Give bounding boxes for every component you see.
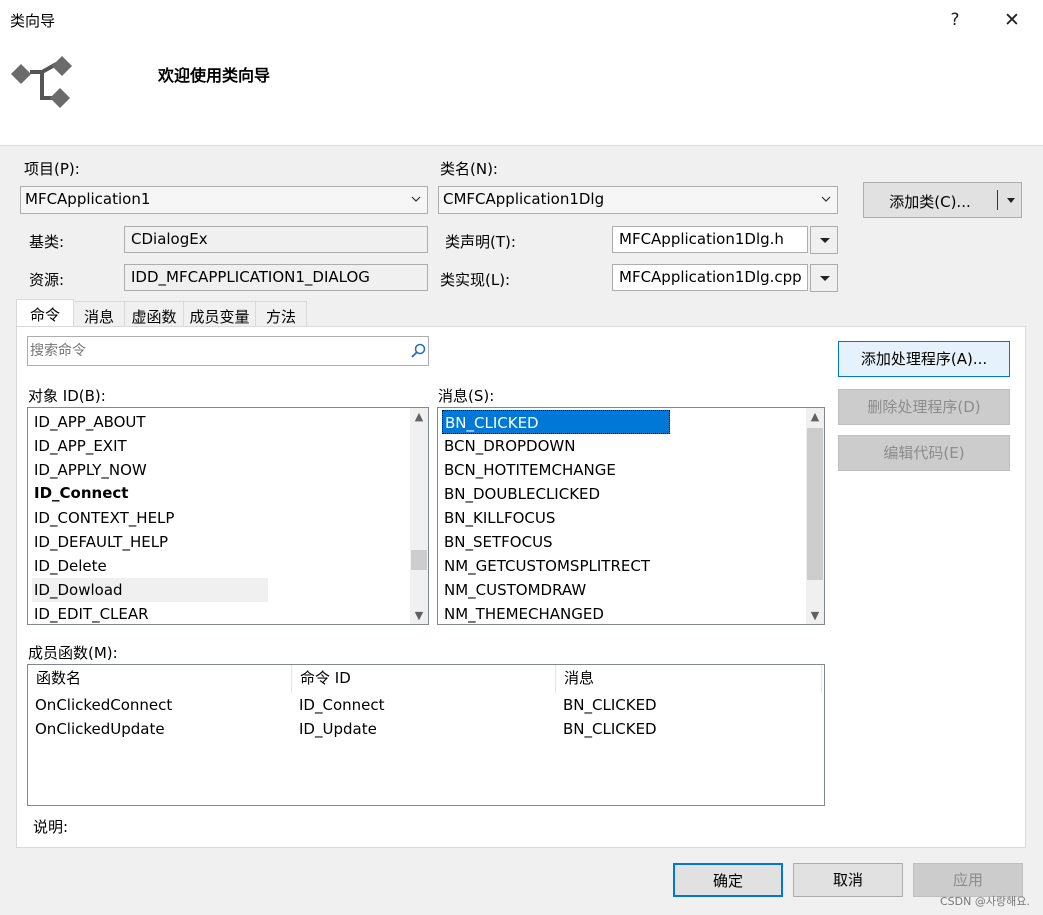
list-item[interactable]: ID_Delete [34,554,107,578]
table-cell[interactable]: BN_CLICKED [563,717,657,741]
list-item[interactable]: BN_KILLFOCUS [444,506,555,530]
list-item[interactable]: ID_Connect [34,481,128,505]
column-header[interactable]: 消息 [556,665,822,693]
baseclass-label: 基类: [29,233,65,251]
search-input[interactable] [30,340,400,362]
table-cell[interactable]: ID_Update [299,717,377,741]
project-value: MFCApplication1 [25,190,151,208]
dropdown-arrow-icon [820,238,830,243]
title-bar: 类向导 ? ✕ [0,0,1043,40]
messages-label: 消息(S): [438,387,495,405]
scroll-up-icon[interactable]: ▲ [410,408,428,425]
tab-messages[interactable]: 消息 [73,301,125,326]
tab-methods[interactable]: 方法 [255,301,307,326]
classimpl-label: 类实现(L): [440,271,511,289]
scroll-down-icon[interactable]: ▼ [806,607,824,624]
welcome-heading: 欢迎使用类向导 [158,66,271,85]
object-id-list[interactable]: ID_APP_ABOUT ID_APP_EXIT ID_APPLY_NOW ID… [27,407,429,625]
search-box[interactable] [27,336,429,366]
list-item[interactable]: ID_APP_EXIT [34,434,127,458]
wizard-header: 欢迎使用类向导 [0,40,1043,146]
list-item[interactable]: NM_THEMECHANGED [444,602,604,624]
list-item[interactable]: ID_APPLY_NOW [34,458,147,482]
resource-label: 资源: [29,271,65,289]
classdecl-label: 类声明(T): [445,233,516,251]
dropdown-arrow-icon[interactable] [1007,198,1015,203]
project-label: 项目(P): [24,160,80,178]
member-functions-label: 成员函数(M): [28,644,118,662]
scroll-thumb[interactable] [807,428,823,580]
list-item[interactable]: NM_GETCUSTOMSPLITRECT [444,554,650,578]
class-wizard-logo-icon [11,56,72,108]
add-class-button[interactable]: 添加类(C)... [864,191,996,212]
list-item[interactable]: BCN_HOTITEMCHANGE [444,458,616,482]
messages-scrollbar[interactable]: ▲ ▼ [806,408,824,624]
delete-handler-button[interactable]: 删除处理程序(D) [838,389,1010,425]
classimpl-field[interactable]: MFCApplication1Dlg.cpp [612,264,808,291]
resource-field: IDD_MFCAPPLICATION1_DIALOG [124,264,428,291]
list-item[interactable]: ID_APP_ABOUT [34,410,146,434]
list-item-selected[interactable]: BN_CLICKED [442,410,670,434]
edit-code-button[interactable]: 编辑代码(E) [838,435,1010,471]
tab-commands[interactable]: 命令 [16,299,74,327]
list-item[interactable]: BN_SETFOCUS [444,530,553,554]
dropdown-arrow-icon [820,276,830,281]
table-cell[interactable]: ID_Connect [299,693,385,717]
list-item[interactable]: BN_DOUBLECLICKED [444,482,600,506]
scroll-up-icon[interactable]: ▲ [806,408,824,425]
classdecl-dropdown[interactable] [810,226,838,254]
ok-button[interactable]: 确定 [673,863,783,897]
list-item[interactable]: BCN_DROPDOWN [444,434,575,458]
classimpl-dropdown[interactable] [810,264,838,292]
description-label: 说明: [33,818,69,836]
column-header[interactable]: 命令 ID [292,665,556,693]
apply-button[interactable]: 应用 [913,863,1023,897]
list-item[interactable]: NM_CUSTOMDRAW [444,578,586,602]
object-id-label: 对象 ID(B): [28,387,106,405]
messages-list[interactable]: BN_CLICKED BCN_DROPDOWN BCN_HOTITEMCHANG… [437,407,825,625]
table-cell[interactable]: BN_CLICKED [563,693,657,717]
list-item[interactable]: ID_EDIT_CLEAR [34,602,149,624]
tab-virtual-functions[interactable]: 虚函数 [124,301,184,326]
chevron-down-icon [411,196,421,202]
classname-value: CMFCApplication1Dlg [443,190,605,208]
scroll-down-icon[interactable]: ▼ [410,607,428,624]
window-title: 类向导 [10,12,56,30]
baseclass-field: CDialogEx [124,226,428,253]
close-button[interactable]: ✕ [998,6,1026,34]
list-item[interactable]: ID_DEFAULT_HELP [34,530,168,554]
tab-member-variables[interactable]: 成员变量 [183,301,256,326]
help-button[interactable]: ? [942,6,968,34]
column-header[interactable]: 函数名 [28,665,292,693]
add-handler-button[interactable]: 添加处理程序(A)... [838,341,1010,377]
chevron-down-icon [821,196,831,202]
watermark: CSDN @사랑해요. [940,895,1030,908]
table-cell[interactable]: OnClickedUpdate [35,717,165,741]
classdecl-field[interactable]: MFCApplication1Dlg.h [612,226,808,253]
list-item[interactable]: ID_Dowload [32,578,268,602]
object-id-scrollbar[interactable]: ▲ ▼ [410,408,428,624]
table-cell[interactable]: OnClickedConnect [35,693,172,717]
cancel-button[interactable]: 取消 [793,863,903,897]
scroll-thumb[interactable] [411,550,427,570]
split-divider [997,190,998,210]
add-class-split-button[interactable]: 添加类(C)... [863,182,1022,218]
member-functions-table[interactable]: 函数名 命令 ID 消息 OnClickedConnect ID_Connect… [27,664,825,806]
search-icon[interactable] [410,343,426,359]
classname-label: 类名(N): [440,160,498,178]
list-item[interactable]: ID_CONTEXT_HELP [34,506,174,530]
project-combo[interactable]: MFCApplication1 [20,186,428,214]
classname-combo[interactable]: CMFCApplication1Dlg [438,186,838,214]
